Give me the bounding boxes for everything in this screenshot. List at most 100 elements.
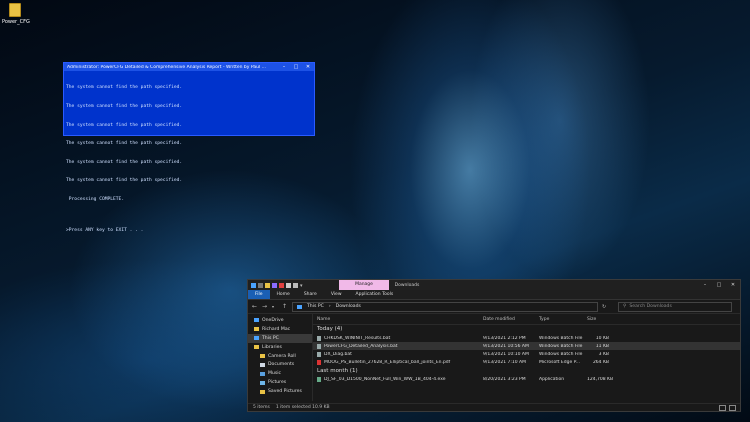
status-bar: 5 items 1 item selected 10.9 KB bbox=[248, 403, 740, 411]
group-header-today[interactable]: Today (4) bbox=[313, 325, 740, 334]
console-line: The system cannot find the path specifie… bbox=[66, 178, 183, 184]
batch-file-icon bbox=[317, 351, 321, 357]
batch-file-icon bbox=[317, 335, 321, 341]
up-icon[interactable]: ↑ bbox=[282, 303, 288, 310]
file-row[interactable]: DJ_SF_03_D1500_NonNet_Full_Win_WW_1B_404… bbox=[313, 376, 740, 384]
address-bar[interactable]: This PC › Downloads bbox=[292, 301, 598, 312]
user-folder-icon bbox=[254, 327, 259, 332]
music-icon bbox=[260, 371, 265, 376]
refresh-icon[interactable]: ↻ bbox=[602, 304, 608, 310]
maximize-icon[interactable]: □ bbox=[290, 64, 302, 70]
nav-item-label: Richard Mac bbox=[262, 326, 291, 332]
large-icons-view-icon[interactable] bbox=[729, 404, 736, 411]
new-folder-icon[interactable] bbox=[265, 282, 270, 288]
folder-icon bbox=[260, 389, 265, 394]
breadcrumb-separator-icon: › bbox=[328, 304, 331, 309]
maximize-icon[interactable]: □ bbox=[712, 282, 726, 288]
nav-item-user[interactable]: Richard Mac bbox=[248, 325, 312, 334]
ribbon-tabs: File Home Share View Application Tools bbox=[248, 290, 740, 300]
file-explorer-window[interactable]: ▾ Manage Downloads – □ ✕ File Home Share… bbox=[247, 279, 741, 412]
tab-view[interactable]: View bbox=[324, 290, 349, 299]
nav-item-camera-roll[interactable]: Camera Roll bbox=[248, 352, 312, 361]
file-row[interactable]: MOOG_PS_Bulletin_27628_R_Elliptical_ball… bbox=[313, 359, 740, 367]
delete-icon[interactable] bbox=[279, 282, 284, 288]
file-date: 9/13/2021 7:10 AM bbox=[483, 360, 527, 366]
close-icon[interactable]: ✕ bbox=[302, 64, 314, 70]
rename-icon[interactable] bbox=[293, 282, 298, 288]
documents-icon bbox=[260, 362, 265, 367]
back-icon[interactable]: ← bbox=[252, 303, 258, 310]
tab-share[interactable]: Share bbox=[297, 290, 324, 299]
file-row-selected[interactable]: PowerCFG_Detailed_Analysis.bat 9/13/2021… bbox=[313, 342, 740, 351]
search-input[interactable]: ⚲ Search Downloads bbox=[618, 301, 732, 312]
check-icon[interactable] bbox=[286, 282, 291, 288]
tab-application-tools[interactable]: Application Tools bbox=[349, 290, 401, 299]
nav-item-label: Libraries bbox=[262, 344, 282, 350]
column-type[interactable]: Type bbox=[535, 317, 583, 322]
nav-item-libraries[interactable]: Libraries bbox=[248, 343, 312, 352]
details-view-icon[interactable] bbox=[719, 404, 726, 411]
folder-icon bbox=[260, 354, 265, 358]
group-header-last-month[interactable]: Last month (1) bbox=[313, 367, 740, 376]
breadcrumb-downloads[interactable]: Downloads bbox=[336, 304, 361, 309]
tab-home[interactable]: Home bbox=[270, 290, 297, 299]
undo-icon[interactable] bbox=[272, 282, 277, 288]
nav-item-onedrive[interactable]: OneDrive bbox=[248, 316, 312, 325]
file-name: DX_Diag.bat bbox=[324, 351, 352, 357]
nav-item-music[interactable]: Music bbox=[248, 369, 312, 378]
application-icon bbox=[317, 377, 321, 383]
desktop-icon-power-cfg[interactable]: Power_CFG bbox=[2, 3, 30, 25]
breadcrumb-this-pc[interactable]: This PC bbox=[307, 304, 324, 309]
desktop-icon-label: Power_CFG bbox=[2, 19, 30, 25]
tab-manage[interactable]: Manage bbox=[339, 280, 389, 290]
console-line: >Press ANY key to EXIT . . . bbox=[66, 228, 144, 234]
file-name: PowerCFG_Detailed_Analysis.bat bbox=[324, 343, 398, 349]
search-icon: ⚲ bbox=[623, 304, 627, 309]
folder-icon bbox=[9, 3, 21, 17]
nav-item-label: Pictures bbox=[268, 380, 287, 386]
nav-item-label: Documents bbox=[268, 362, 295, 368]
minimize-icon[interactable]: – bbox=[278, 64, 290, 70]
file-size: 264 KB bbox=[592, 360, 609, 366]
file-row[interactable]: CHKDSK_WININIT_Results.bat 9/13/2021 2:1… bbox=[313, 334, 740, 342]
nav-item-this-pc[interactable]: This PC bbox=[248, 333, 312, 343]
nav-item-documents[interactable]: Documents bbox=[248, 360, 312, 369]
explorer-titlebar[interactable]: ▾ Manage Downloads – □ ✕ bbox=[248, 280, 740, 290]
tab-file[interactable]: File bbox=[248, 290, 270, 299]
console-window[interactable]: Administrator: PowerCFG Detailed & Compr… bbox=[63, 62, 315, 233]
column-name[interactable]: Name bbox=[313, 317, 479, 322]
nav-item-label: Music bbox=[268, 371, 282, 377]
file-date: 9/13/2021 2:12 PM bbox=[483, 335, 526, 341]
quick-access-toolbar: ▾ bbox=[248, 282, 339, 289]
close-icon[interactable]: ✕ bbox=[726, 282, 740, 288]
console-line: The system cannot find the path specifie… bbox=[66, 122, 183, 128]
status-selection: 1 item selected 10.9 KB bbox=[275, 405, 330, 410]
cloud-icon bbox=[254, 318, 259, 323]
file-size: 11 KB bbox=[595, 343, 609, 349]
address-row: ← → ▾ ↑ This PC › Downloads ↻ ⚲ Search D… bbox=[248, 300, 740, 314]
chevron-down-icon[interactable]: ▾ bbox=[272, 304, 278, 309]
file-date: 9/13/2021 10:10 AM bbox=[483, 351, 529, 357]
forward-icon[interactable]: → bbox=[262, 303, 268, 310]
nav-item-saved-pictures[interactable]: Saved Pictures bbox=[248, 387, 312, 396]
console-line: The system cannot find the path specifie… bbox=[66, 104, 183, 110]
nav-item-label: Camera Roll bbox=[268, 353, 296, 359]
console-titlebar[interactable]: Administrator: PowerCFG Detailed & Compr… bbox=[64, 63, 314, 71]
console-title: Administrator: PowerCFG Detailed & Compr… bbox=[67, 64, 266, 70]
nav-item-pictures[interactable]: Pictures bbox=[248, 378, 312, 387]
file-type: Microsoft Edge P... bbox=[539, 360, 580, 366]
column-size[interactable]: Size bbox=[583, 317, 613, 322]
file-type: Application bbox=[539, 377, 565, 383]
nav-item-label: Saved Pictures bbox=[268, 389, 302, 395]
file-size: 3 KB bbox=[598, 351, 609, 357]
chevron-down-icon[interactable]: ▾ bbox=[300, 283, 306, 289]
minimize-icon[interactable]: – bbox=[698, 282, 712, 288]
pictures-icon bbox=[260, 380, 265, 385]
nav-item-label: OneDrive bbox=[262, 317, 284, 323]
column-date-modified[interactable]: Date modified bbox=[479, 317, 535, 322]
window-title: Downloads bbox=[394, 282, 420, 288]
computer-icon bbox=[254, 336, 259, 341]
properties-icon[interactable] bbox=[258, 282, 263, 288]
file-name: MOOG_PS_Bulletin_27628_R_Elliptical_ball… bbox=[324, 360, 451, 366]
file-row[interactable]: DX_Diag.bat 9/13/2021 10:10 AM Windows B… bbox=[313, 350, 740, 358]
